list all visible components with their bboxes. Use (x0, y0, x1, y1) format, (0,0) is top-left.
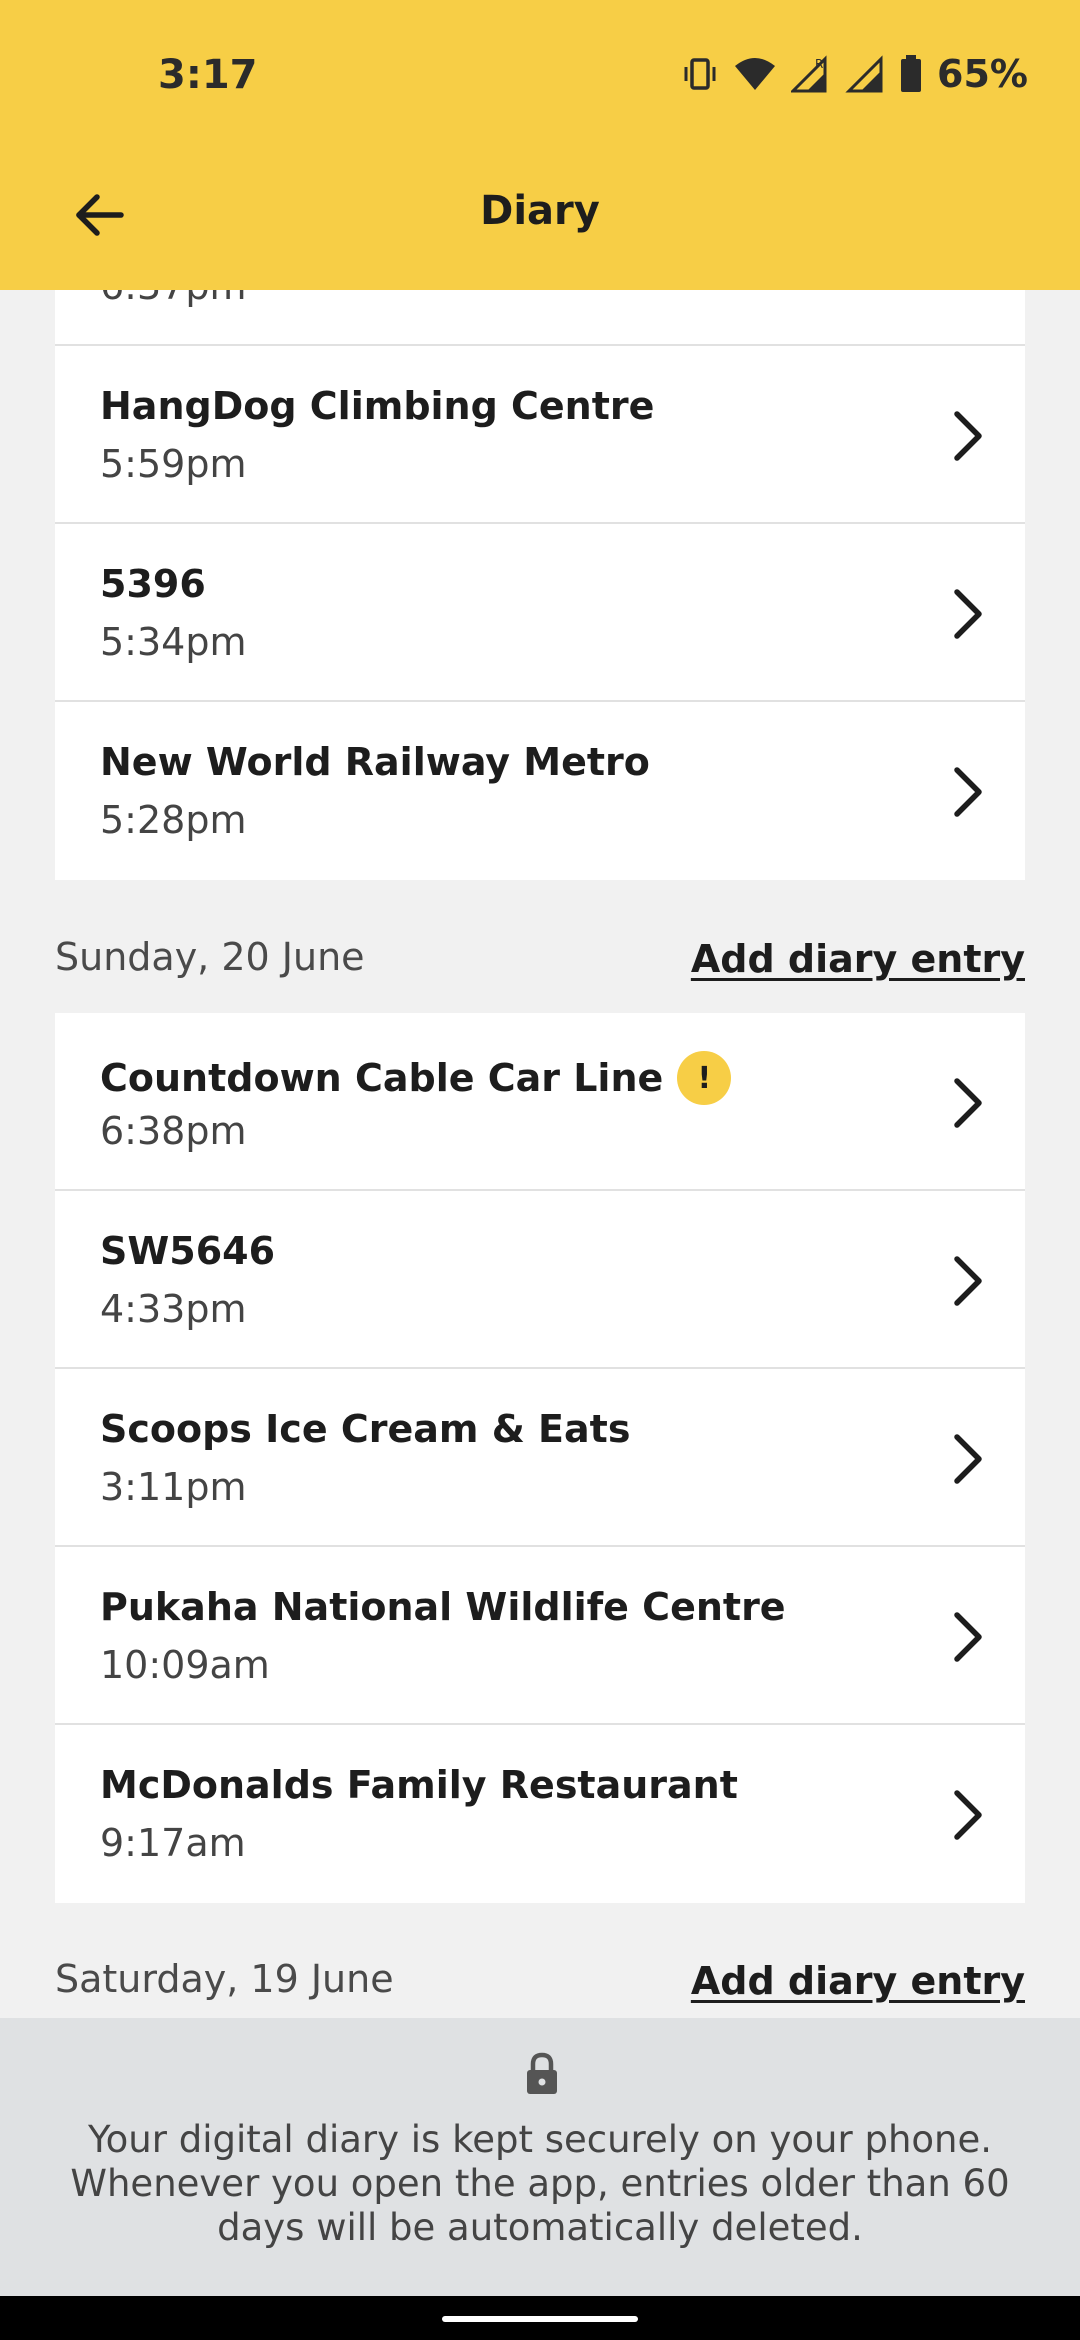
entry-time: 3:11pm (100, 1465, 247, 1509)
vibrate-icon (684, 58, 716, 90)
entry-title: New World Railway Metro (100, 740, 650, 784)
add-diary-entry-link[interactable]: Add diary entry (691, 1959, 1025, 2003)
diary-entry-row[interactable]: 5396 5:34pm (55, 524, 1025, 702)
chevron-right-icon (954, 411, 982, 461)
battery-level: 65% (937, 52, 1028, 96)
entry-time: 9:17am (100, 1821, 246, 1865)
privacy-notice-text: Your digital diary is kept securely on y… (70, 2118, 1010, 2249)
chevron-right-icon (954, 1434, 982, 1484)
status-time: 3:17 (158, 52, 258, 98)
entry-time: 6:38pm (100, 1109, 247, 1153)
section-header: Sunday, 20 June Add diary entry (55, 935, 1025, 995)
entry-time: 5:59pm (100, 442, 247, 486)
signal-icon (845, 55, 883, 93)
status-icons: R 65% (681, 52, 1028, 96)
chevron-right-icon (954, 1790, 982, 1840)
diary-entry-row[interactable]: Countdown Cable Car Line ! 6:38pm (55, 1013, 1025, 1191)
chevron-right-icon (954, 589, 982, 639)
entry-title-wrap: Countdown Cable Car Line ! (100, 1051, 732, 1105)
entry-time: 4:33pm (100, 1287, 247, 1331)
diary-screen: 6:37pm HangDog Climbing Centre 5:59pm 53… (0, 0, 1080, 2340)
app-header: 3:17 R 65% Diary (0, 0, 1080, 290)
entry-title: Scoops Ice Cream & Eats (100, 1407, 631, 1451)
lock-icon (527, 2052, 557, 2094)
chevron-right-icon (954, 1078, 982, 1128)
section-date: Sunday, 20 June (55, 935, 365, 979)
entry-title: HangDog Climbing Centre (100, 384, 655, 428)
wifi-icon (735, 58, 776, 90)
diary-entry-row[interactable]: New World Railway Metro 5:28pm (55, 702, 1025, 880)
chevron-right-icon (954, 767, 982, 817)
diary-entry-row[interactable]: Pukaha National Wildlife Centre 10:09am (55, 1547, 1025, 1725)
diary-entry-row[interactable]: Scoops Ice Cream & Eats 3:11pm (55, 1369, 1025, 1547)
entry-title: SW5646 (100, 1229, 276, 1273)
entry-title: Pukaha National Wildlife Centre (100, 1585, 786, 1629)
section-header: Saturday, 19 June Add diary entry (55, 1957, 1025, 2017)
system-nav-bar (0, 2296, 1080, 2340)
page-title: Diary (480, 188, 600, 234)
entry-time: 5:28pm (100, 798, 247, 842)
entry-title: McDonalds Family Restaurant (100, 1763, 738, 1807)
entry-title: Countdown Cable Car Line (100, 1056, 664, 1100)
entry-title: 5396 (100, 562, 206, 606)
diary-list[interactable]: 6:37pm HangDog Climbing Centre 5:59pm 53… (0, 0, 1080, 2020)
entry-time: 10:09am (100, 1643, 270, 1687)
svg-text:R: R (815, 57, 823, 71)
diary-group-card: HangDog Climbing Centre 5:59pm 5396 5:34… (55, 346, 1025, 880)
diary-entry-row[interactable]: McDonalds Family Restaurant 9:17am (55, 1725, 1025, 1903)
signal-r-icon: R (791, 55, 827, 93)
diary-group-card: Countdown Cable Car Line ! 6:38pm SW5646… (55, 1013, 1025, 1903)
home-gesture-handle[interactable] (442, 2316, 638, 2322)
privacy-notice: Your digital diary is kept securely on y… (0, 2018, 1080, 2296)
battery-icon (901, 55, 922, 92)
entry-time: 5:34pm (100, 620, 247, 664)
add-diary-entry-link[interactable]: Add diary entry (691, 937, 1025, 981)
diary-entry-row[interactable]: SW5646 4:33pm (55, 1191, 1025, 1369)
chevron-right-icon (954, 1612, 982, 1662)
warning-icon: ! (677, 1051, 732, 1105)
section-date: Saturday, 19 June (55, 1957, 394, 2001)
chevron-right-icon (954, 1256, 982, 1306)
diary-entry-row[interactable]: HangDog Climbing Centre 5:59pm (55, 346, 1025, 524)
